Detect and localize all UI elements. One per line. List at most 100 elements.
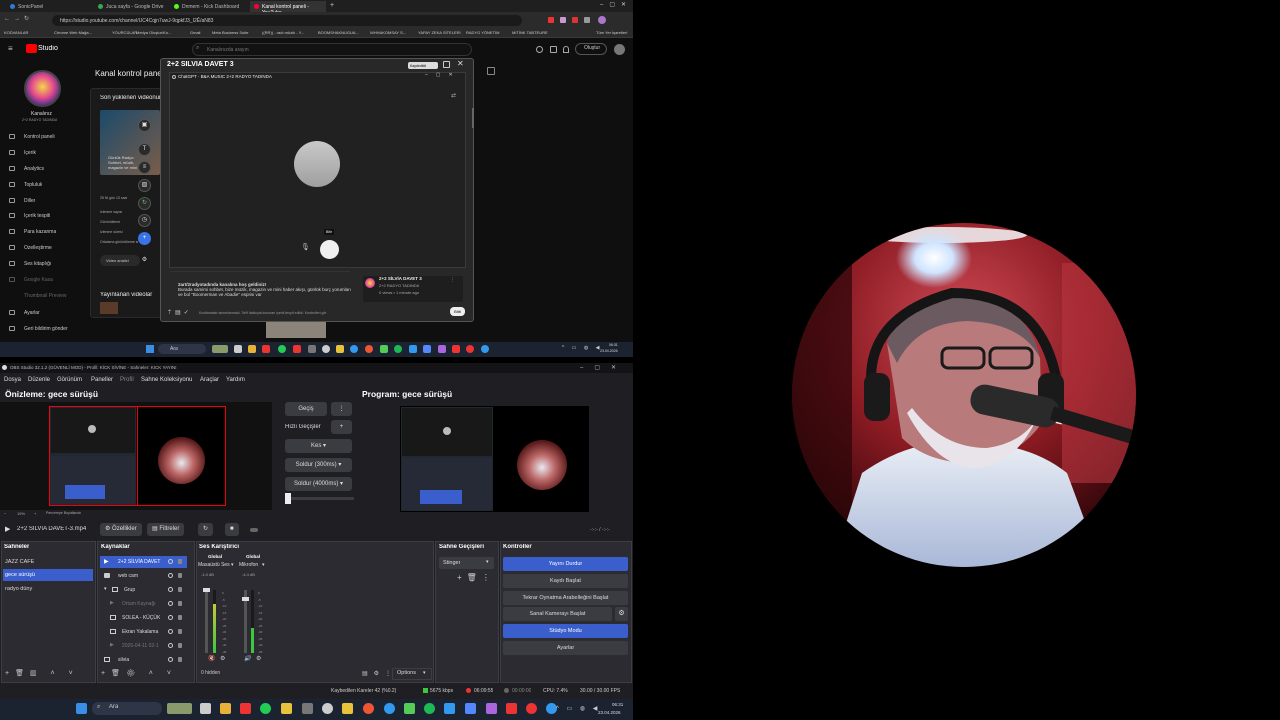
source-group[interactable]: ▾ Grup [100,584,187,596]
chevron-down-icon[interactable]: ▾ [104,586,107,592]
app-icon[interactable] [526,703,537,714]
extension-icon[interactable] [584,17,590,23]
add-quick-transition-icon[interactable]: + [331,420,352,434]
tray-icons[interactable]: ^ ▭ ◍ ◀ [562,345,602,351]
close-icon[interactable]: ✕ [457,59,464,68]
source-toolbar-icons[interactable]: +🗑⚙ ˄ ˅ [101,669,177,677]
lock-icon[interactable] [178,601,182,606]
add-icon[interactable]: + [138,232,151,245]
swap-icon[interactable]: ⇄ [451,92,456,99]
taskbar-search[interactable] [92,702,162,715]
scene-item[interactable]: JAZZ CAFE [3,556,93,568]
folder-icon[interactable] [342,703,353,714]
eye-icon[interactable] [168,573,173,578]
sidebar-item-settings[interactable]: Ayarlar [24,310,40,316]
eye-icon[interactable] [168,629,173,634]
source-item[interactable]: ▶ Ortam Kaynağı [100,598,187,610]
app-icon[interactable] [234,345,242,353]
extension-icons[interactable] [540,16,620,24]
spotify-icon[interactable] [394,345,402,353]
menu-profile[interactable]: Profil [120,377,134,383]
chevron-down-icon[interactable]: ▾ [262,562,265,568]
filters-button[interactable]: ▤ Filtreler [147,523,185,536]
tab-sonicpanel[interactable]: SonicPanel [6,1,94,12]
source-item-selected[interactable]: ▶ 2+2 SİLVİA DAVET [100,556,187,568]
app-icon[interactable] [293,345,301,353]
source-item[interactable]: web cam [100,570,187,582]
tab-kick[interactable]: Dnmem - Kick Dashboard [170,1,250,12]
source-item[interactable]: ▶ 2026-04-11 02-1 [100,640,187,652]
sidebar-item-community[interactable]: Topluluk [24,182,42,188]
mic-icon[interactable]: 🎙 [301,243,310,251]
chrome-icon[interactable] [363,703,374,714]
widget-icon[interactable] [212,345,228,353]
lock-icon[interactable] [178,559,182,564]
obs-window-controls[interactable]: –▢✕ [580,364,627,371]
bookmark[interactable]: WHHAKOMSAY S... [370,30,406,35]
app-icon[interactable] [506,703,517,714]
lock-icon[interactable] [178,573,182,578]
list-icon[interactable]: ≡ [138,161,151,174]
lock-icon[interactable] [178,657,182,662]
menu-view[interactable]: Görünüm [57,377,82,383]
extension-icon[interactable] [572,17,578,23]
folder-icon[interactable] [336,345,344,353]
sidebar-item-customization[interactable]: Özelleştirme [24,245,52,251]
bookmark[interactable]: Gmail [190,30,200,35]
source-item[interactable]: Ekran Yakalama [100,626,187,638]
transition-toolbar-icons[interactable]: +🗑⋮ [457,573,495,582]
transition-menu-icon[interactable]: ⋮ [331,402,352,416]
sidebar-item-monetization[interactable]: Para kazanma [24,229,56,235]
sidebar-item-feedback[interactable]: Geri bildirim gönder [24,326,68,332]
window-controls[interactable]: –▢✕ [600,1,632,8]
bookmark[interactable]: MİTİNK TABTEURE [512,30,548,35]
zoom-in-icon[interactable]: + [34,511,36,516]
settings-button[interactable]: Ayarlar [503,641,628,655]
avatar[interactable] [614,44,625,55]
mute-icon[interactable]: 🔇 [208,655,215,662]
new-tab-button[interactable]: + [330,2,334,9]
bell-icon[interactable] [563,46,569,53]
explorer-icon[interactable] [220,703,231,714]
bookmark[interactable]: KODVANLAR [4,30,28,35]
start-icon[interactable] [76,703,87,714]
edge-icon[interactable] [350,345,358,353]
app-icon[interactable] [380,345,388,353]
end-voice-button[interactable] [320,240,339,259]
sidebar-item-vault[interactable]: Google Kasa [24,277,53,283]
tab-drive[interactable]: Juca sayfa - Google Drive [94,1,170,12]
lock-icon[interactable] [178,629,182,634]
bookmark[interactable]: Tüm Yer İşaretleri [596,30,627,35]
bookmark[interactable]: BOOMSHAKNUGUA... [318,30,359,35]
extension-icon[interactable] [548,17,554,23]
bookmark[interactable]: ((RR)) - radı müzik - Y... [262,30,304,35]
lock-icon[interactable] [178,615,182,620]
app-icon[interactable] [438,345,446,353]
video-thumbnail-small[interactable] [100,302,118,314]
sidebar-item-languages[interactable]: Diller [24,198,35,204]
help-icon[interactable] [536,46,543,53]
profile-icon[interactable] [598,16,606,24]
mixer-gear-icon[interactable]: ⚙ [256,655,261,662]
video-description[interactable]: 2art/2radyotadında kanalına hoş geldiniz… [178,282,353,304]
volume-slider-track[interactable] [205,590,208,653]
restart-media-icon[interactable]: ↻ [198,523,214,536]
app-icon[interactable] [240,703,251,714]
app-icon[interactable] [262,345,270,353]
gear-icon[interactable]: ⚙ [138,255,151,268]
start-recording-button[interactable]: Kaydı Başlat [503,574,628,588]
app-icon[interactable] [281,703,292,714]
bookmark[interactable]: YAPAY ZEKA SİTELERİ [418,30,461,35]
chrome-icon[interactable] [365,345,373,353]
hd-icon[interactable]: ▣ [138,119,151,132]
yt-search-input[interactable]: Kanalınızda arayın [192,43,472,56]
app-icon[interactable] [466,345,474,353]
volume-slider-handle[interactable] [242,597,249,601]
eye-icon[interactable] [168,657,173,662]
eye-icon[interactable] [168,601,173,606]
message-icon[interactable] [550,46,557,53]
whatsapp-icon[interactable] [278,345,286,353]
app-icon[interactable] [409,345,417,353]
tab-youtube-studio[interactable]: Kanal kontrol paneli - YouTube [250,1,326,16]
more-icon[interactable]: ⋮ [450,277,455,283]
